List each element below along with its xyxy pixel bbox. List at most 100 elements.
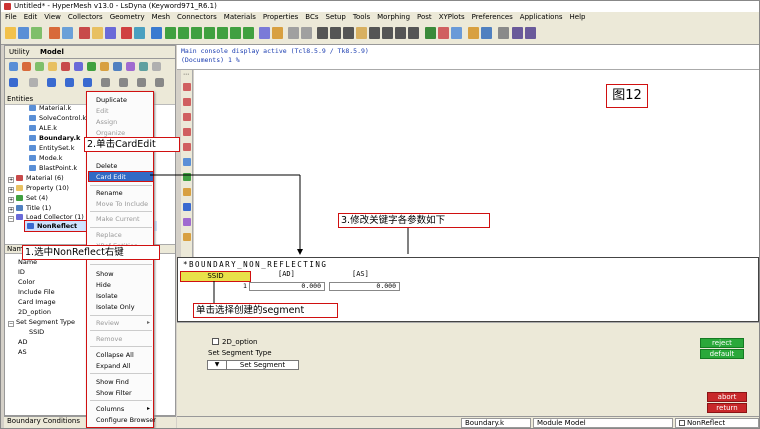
menu-item-review[interactable]: Review (96, 319, 119, 327)
menu-item-assign[interactable]: Assign (96, 118, 117, 126)
spin-icon[interactable] (395, 27, 406, 39)
2d-option-checkbox[interactable] (212, 338, 219, 345)
collapse-minus-icon[interactable]: − (8, 321, 14, 327)
expand-plus-icon[interactable]: + (8, 177, 14, 183)
menu-item-columns[interactable]: Columns (96, 405, 124, 413)
tree-item[interactable]: BlastPoint.k (29, 164, 77, 173)
menu-item-card-edit[interactable]: Card Edit (96, 173, 126, 181)
menu-help[interactable]: Help (570, 13, 586, 23)
component-icon[interactable] (35, 62, 44, 71)
view-3d-icon[interactable] (259, 27, 270, 39)
menu-setup[interactable]: Setup (326, 13, 346, 23)
vis-text-icon[interactable] (183, 218, 191, 226)
menu-item-rename[interactable]: Rename (96, 189, 123, 197)
cursor-icon[interactable] (101, 78, 110, 87)
menu-item-isolate[interactable]: Isolate (96, 292, 118, 300)
tree-item[interactable]: Mode.k (29, 154, 63, 163)
vis-element-icon[interactable] (183, 158, 191, 166)
zoom-in-icon[interactable] (330, 27, 341, 39)
curve-icon[interactable] (139, 62, 148, 71)
menu-item-make-current[interactable]: Make Current (96, 215, 140, 223)
vis-component-icon[interactable] (183, 83, 191, 91)
hide-icon[interactable] (137, 78, 146, 87)
set-icon[interactable] (87, 62, 96, 71)
menu-item-isolate-only[interactable]: Isolate Only (96, 303, 135, 311)
rotate-icon[interactable] (151, 27, 162, 39)
export-solver-icon[interactable] (22, 62, 31, 71)
vis-node-icon[interactable] (183, 173, 191, 181)
menu-mesh[interactable]: Mesh (152, 13, 170, 23)
menu-item-show[interactable]: Show (96, 270, 114, 278)
view-iso-icon[interactable] (243, 27, 254, 39)
tree-item[interactable]: SolveControl.k (29, 114, 86, 123)
stop-icon[interactable] (121, 27, 132, 39)
include-icon[interactable] (100, 62, 109, 71)
set-segment-button[interactable]: Set Segment (226, 360, 299, 370)
title-icon[interactable] (113, 62, 122, 71)
menu-item-organize[interactable]: Organize (96, 129, 125, 137)
view-left-icon[interactable] (191, 27, 202, 39)
segment-type-dropdown[interactable]: ▼ (207, 360, 227, 370)
redo-icon[interactable] (62, 27, 73, 39)
vis-label-icon[interactable] (183, 233, 191, 241)
menu-item-show-filter[interactable]: Show Filter (96, 389, 132, 397)
zoom-window-icon[interactable] (317, 27, 328, 39)
menu-item-remove[interactable]: Remove (96, 335, 122, 343)
loadcol-icon[interactable] (74, 62, 83, 71)
view-front-icon[interactable] (165, 27, 176, 39)
cube-alt-icon[interactable] (301, 27, 312, 39)
cube-icon[interactable] (288, 27, 299, 39)
filter-icon[interactable] (29, 78, 38, 87)
view-top-icon[interactable] (217, 27, 228, 39)
collapse-minus-icon[interactable]: − (8, 216, 14, 222)
vis-mesh-icon[interactable] (183, 128, 191, 136)
ssid-button[interactable]: SSID (180, 271, 251, 282)
tree-group[interactable]: + Property (10) (8, 184, 69, 193)
menu-item-replace[interactable]: Replace (96, 231, 122, 239)
isolate-icon[interactable] (155, 78, 164, 87)
tab-utility[interactable]: Utility (9, 48, 30, 56)
view-icon[interactable] (9, 78, 18, 87)
import-icon[interactable] (31, 27, 42, 39)
pan-hand-icon[interactable] (356, 27, 367, 39)
perspective-icon[interactable] (272, 27, 283, 39)
view-back-icon[interactable] (178, 27, 189, 39)
menu-edit[interactable]: Edit (24, 13, 38, 23)
menu-item-show-find[interactable]: Show Find (96, 378, 129, 386)
expand-icon[interactable] (65, 78, 74, 87)
menu-item-expand-all[interactable]: Expand All (96, 362, 130, 370)
rotate-arrows-icon[interactable] (382, 27, 393, 39)
tree-item[interactable]: EntitySet.k (29, 144, 74, 153)
menu-preferences[interactable]: Preferences (472, 13, 513, 23)
settings-icon[interactable] (498, 27, 509, 39)
shade-icon[interactable] (438, 27, 449, 39)
menu-post[interactable]: Post (417, 13, 432, 23)
expand-plus-icon[interactable]: + (8, 187, 14, 193)
abort-button[interactable]: abort (707, 392, 747, 402)
open-folder-icon[interactable] (5, 27, 16, 39)
undo-icon[interactable] (49, 27, 60, 39)
card-icon[interactable] (126, 62, 135, 71)
display-icon[interactable] (425, 27, 436, 39)
view-right-icon[interactable] (204, 27, 215, 39)
menu-view[interactable]: View (44, 13, 61, 23)
menu-item-collapse-all[interactable]: Collapse All (96, 351, 134, 359)
tree-group[interactable]: + Set (4) (8, 194, 48, 203)
menu-item-move-to-include[interactable]: Move To Include (96, 200, 148, 208)
menu-item-hide[interactable]: Hide (96, 281, 111, 289)
user-icon[interactable] (92, 27, 103, 39)
tcl-console[interactable]: Main console display active (Tcl8.5.9 / … (177, 45, 759, 70)
tree-item[interactable]: Boundary.k (29, 134, 80, 143)
tab-model[interactable]: Model (40, 48, 64, 56)
system-icon[interactable] (152, 62, 161, 71)
help-icon[interactable] (134, 27, 145, 39)
wire-icon[interactable] (451, 27, 462, 39)
find-icon[interactable] (47, 78, 56, 87)
sum-icon[interactable] (512, 27, 523, 39)
tools-icon[interactable] (105, 27, 116, 39)
menu-item-edit[interactable]: Edit (96, 107, 109, 115)
view-bottom-icon[interactable] (230, 27, 241, 39)
save-icon[interactable] (18, 27, 29, 39)
sum-alt-icon[interactable] (525, 27, 536, 39)
menu-tools[interactable]: Tools (353, 13, 370, 23)
